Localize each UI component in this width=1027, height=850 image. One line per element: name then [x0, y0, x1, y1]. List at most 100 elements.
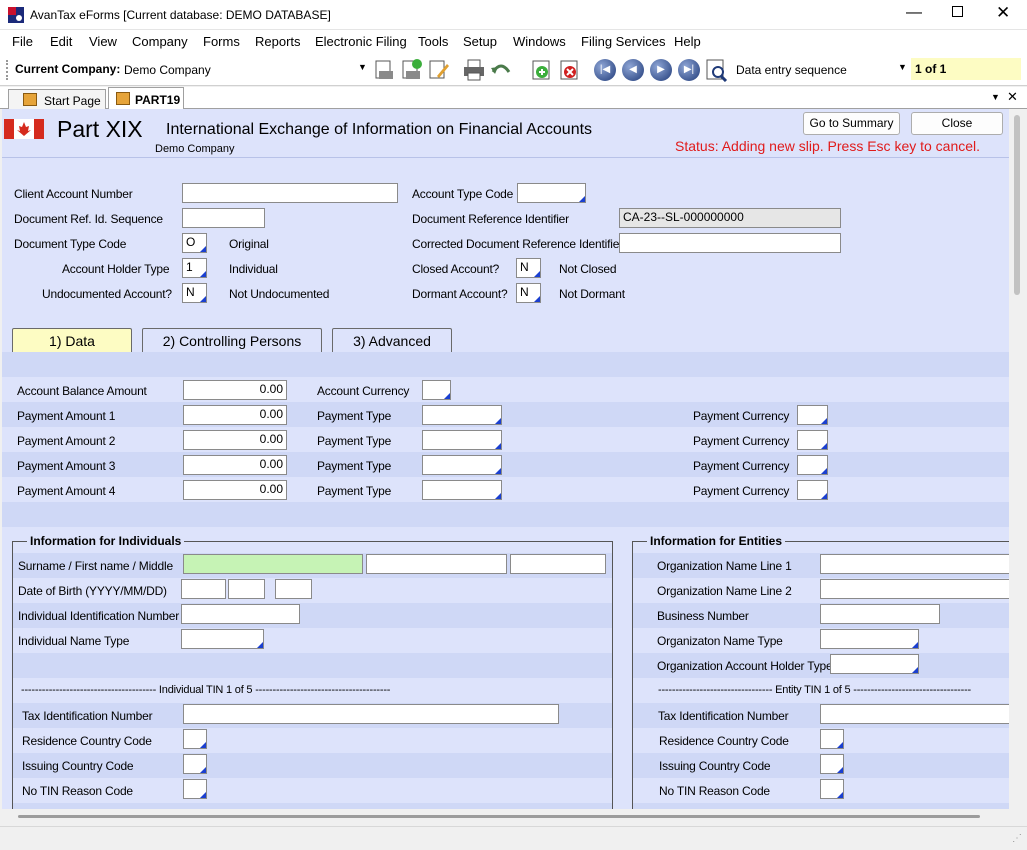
add-slip-icon[interactable] [400, 58, 424, 82]
next-record-icon[interactable]: ▶ [650, 59, 672, 81]
tab-controlling-persons[interactable]: 2) Controlling Persons [142, 328, 322, 353]
account-type-code-input[interactable] [517, 183, 586, 203]
menu-file[interactable]: File [12, 34, 33, 49]
payment-currency-2-input[interactable] [797, 430, 828, 450]
payment-type-1-input[interactable] [422, 405, 502, 425]
surname-input[interactable] [183, 554, 363, 574]
individual-id-number-input[interactable] [181, 604, 300, 624]
individual-no-tin-label: No TIN Reason Code [22, 784, 133, 798]
close-button[interactable]: Close [911, 112, 1003, 135]
tab-part19[interactable]: PART19 [108, 87, 184, 109]
individuals-group: Information for Individuals Surname / Fi… [12, 534, 613, 809]
edit-slip-icon[interactable] [427, 58, 451, 82]
account-balance-input[interactable]: 0.00 [183, 380, 287, 400]
doc-type-code-input[interactable]: O [182, 233, 207, 253]
dob-day-input[interactable] [275, 579, 312, 599]
go-to-summary-button[interactable]: Go to Summary [803, 112, 900, 135]
individual-no-tin-input[interactable] [183, 779, 207, 799]
title-bar: AvanTax eForms [Current database: DEMO D… [0, 0, 1027, 30]
org-holder-type-input[interactable] [830, 654, 919, 674]
individual-tin-input[interactable] [183, 704, 559, 724]
record-count: 1 of 1 [915, 62, 947, 76]
minimize-icon[interactable]: — [906, 4, 922, 22]
doc-ref-id-seq-input[interactable] [182, 208, 265, 228]
menu-tools[interactable]: Tools [418, 34, 448, 49]
account-holder-type-input[interactable]: 1 [182, 258, 207, 278]
tab-list-chevron-icon[interactable]: ▼ [991, 92, 1000, 102]
payment-currency-4-input[interactable] [797, 480, 828, 500]
first-record-icon[interactable]: |◀ [594, 59, 616, 81]
last-record-icon[interactable]: ▶| [678, 59, 700, 81]
vertical-scroll-thumb[interactable] [1014, 115, 1020, 295]
payment-type-3-input[interactable] [422, 455, 502, 475]
search-icon[interactable] [705, 58, 729, 82]
entity-issuing-input[interactable] [820, 754, 844, 774]
corrected-doc-ref-label: Corrected Document Reference Identifier [412, 237, 623, 251]
payment-amount-2-input[interactable]: 0.00 [183, 430, 287, 450]
individual-residence-input[interactable] [183, 729, 207, 749]
payment-currency-1-input[interactable] [797, 405, 828, 425]
payment-amount-3-input[interactable]: 0.00 [183, 455, 287, 475]
payment-type-4-input[interactable] [422, 480, 502, 500]
org-name-type-input[interactable] [820, 629, 919, 649]
individual-name-type-input[interactable] [181, 629, 264, 649]
client-account-number-input[interactable] [182, 183, 398, 203]
sequence-select[interactable]: Data entry sequence ▼ [732, 60, 910, 80]
dob-month-input[interactable] [228, 579, 265, 599]
payment-amount-3-label: Payment Amount 3 [17, 459, 116, 473]
undo-icon[interactable] [489, 58, 513, 82]
menu-company[interactable]: Company [132, 34, 188, 49]
payment-type-2-label: Payment Type [317, 434, 392, 448]
payment-amount-1-input[interactable]: 0.00 [183, 405, 287, 425]
close-window-icon[interactable]: ✕ [996, 3, 1010, 23]
menu-reports[interactable]: Reports [255, 34, 301, 49]
payment-type-2-input[interactable] [422, 430, 502, 450]
menu-forms[interactable]: Forms [203, 34, 240, 49]
payment-currency-3-input[interactable] [797, 455, 828, 475]
corrected-doc-ref-input[interactable] [619, 233, 841, 253]
dormant-input[interactable]: N [516, 283, 541, 303]
menu-help[interactable]: Help [674, 34, 701, 49]
close-tab-icon[interactable]: ✕ [1007, 89, 1018, 105]
resize-grip-icon[interactable]: ⋰ [1012, 833, 1022, 844]
entity-no-tin-input[interactable] [820, 779, 844, 799]
vertical-scrollbar[interactable] [1009, 109, 1025, 809]
account-currency-input[interactable] [422, 380, 451, 400]
org-name-type-label: Organizaton Name Type [657, 634, 783, 648]
tab-advanced[interactable]: 3) Advanced [332, 328, 452, 353]
dob-year-input[interactable] [181, 579, 226, 599]
menu-electronic-filing[interactable]: Electronic Filing [315, 34, 407, 49]
new-slip-icon[interactable] [373, 58, 397, 82]
company-select[interactable]: Demo Company ▼ [120, 60, 370, 80]
business-number-input[interactable] [820, 604, 940, 624]
horizontal-scroll-thumb[interactable] [18, 815, 980, 818]
middle-name-input[interactable] [510, 554, 606, 574]
individual-issuing-label: Issuing Country Code [22, 759, 134, 773]
add-record-icon[interactable] [530, 58, 554, 82]
menu-windows[interactable]: Windows [513, 34, 566, 49]
menu-view[interactable]: View [89, 34, 117, 49]
tab-data[interactable]: 1) Data [12, 328, 132, 353]
closed-account-input[interactable]: N [516, 258, 541, 278]
menu-filing-services[interactable]: Filing Services [581, 34, 666, 49]
horizontal-scrollbar[interactable] [2, 809, 1009, 825]
maximize-icon[interactable] [952, 6, 963, 17]
org-name-line2-input[interactable] [820, 579, 1009, 599]
first-name-input[interactable] [366, 554, 507, 574]
print-icon[interactable] [462, 58, 486, 82]
entity-residence-input[interactable] [820, 729, 844, 749]
undocumented-input[interactable]: N [182, 283, 207, 303]
menu-setup[interactable]: Setup [463, 34, 497, 49]
previous-record-icon[interactable]: ◀ [622, 59, 644, 81]
individual-issuing-input[interactable] [183, 754, 207, 774]
tab-start-page[interactable]: Start Page [8, 89, 106, 109]
menu-edit[interactable]: Edit [50, 34, 72, 49]
payment-amount-4-input[interactable]: 0.00 [183, 480, 287, 500]
form-icon [116, 92, 130, 105]
dob-label: Date of Birth (YYYY/MM/DD) [18, 584, 167, 598]
delete-record-icon[interactable] [558, 58, 582, 82]
org-name-line1-input[interactable] [820, 554, 1009, 574]
toolbar: Current Company: Demo Company ▼ |◀ ◀ ▶ ▶… [0, 54, 1027, 86]
entity-tin-input[interactable] [820, 704, 1009, 724]
payment-currency-4-label: Payment Currency [693, 484, 790, 498]
